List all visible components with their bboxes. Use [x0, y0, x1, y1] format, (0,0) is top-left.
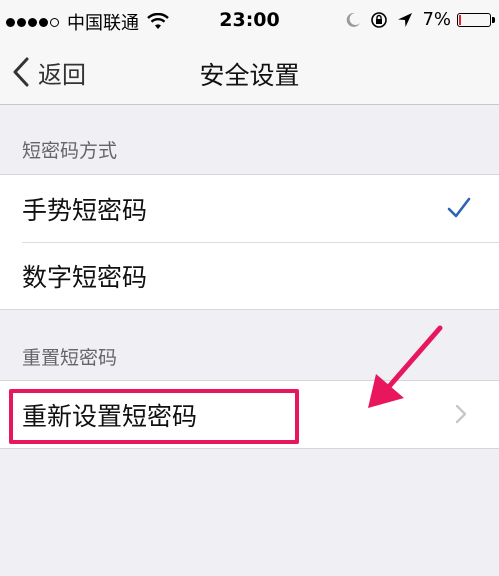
checkmark-icon: [447, 197, 471, 218]
password-type-group: 手势短密码 数字短密码: [0, 174, 499, 310]
battery-percent: 7%: [422, 9, 451, 30]
annotation-arrow-icon: [368, 325, 443, 408]
option-label: 数字短密码: [22, 262, 148, 292]
annotation-highlight-box: [9, 389, 299, 444]
option-label: 手势短密码: [22, 195, 148, 225]
location-arrow-icon: [398, 12, 413, 27]
section-header-reset-password: 重置短密码: [22, 347, 118, 369]
chevron-right-icon: [455, 404, 467, 424]
option-gesture-password[interactable]: 手势短密码: [0, 175, 499, 242]
header: 中国联通 23:00 7% 返回 安全设置: [0, 0, 499, 105]
option-numeric-password[interactable]: 数字短密码: [0, 242, 499, 309]
section-header-password-type: 短密码方式: [22, 140, 118, 162]
nav-bar: 返回 安全设置: [0, 40, 499, 104]
status-bar: 中国联通 23:00 7%: [0, 0, 499, 40]
page-title: 安全设置: [199, 61, 300, 90]
status-right: 7%: [344, 9, 495, 30]
battery-level-fill: [459, 14, 461, 25]
moon-icon: [347, 12, 361, 27]
battery-icon: [457, 12, 495, 27]
rotation-lock-icon: [371, 11, 388, 28]
